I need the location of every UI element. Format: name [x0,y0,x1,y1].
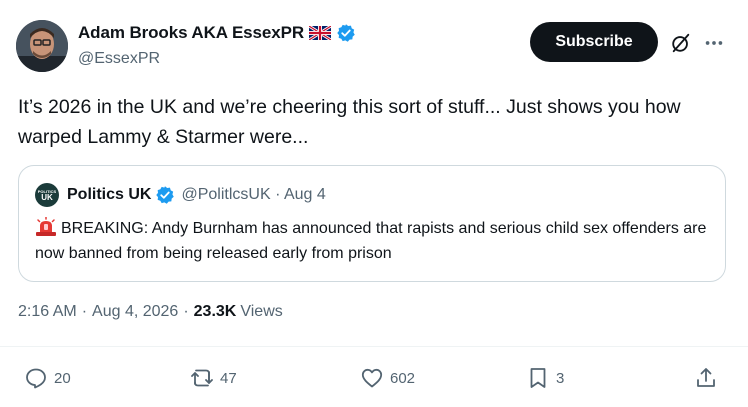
uk-flag-icon [308,24,332,42]
repost-count: 47 [220,369,237,387]
share-icon [697,368,715,387]
bookmark-icon [530,368,546,388]
quoted-author-avatar[interactable]: POLITICS UK [35,183,59,207]
bookmark-button[interactable]: 3 [526,364,564,392]
reply-button[interactable]: 20 [24,364,71,392]
tweet-date[interactable]: Aug 4, 2026 [92,303,178,321]
like-button[interactable]: 602 [360,364,415,392]
siren-icon [35,216,57,237]
reply-icon [26,368,46,389]
heart-icon [361,368,383,388]
like-count: 602 [390,369,416,387]
bookmark-count: 3 [556,369,565,387]
share-button[interactable] [694,364,718,392]
quoted-tweet-text-block: BREAKING: Andy Burnham has announced tha… [35,216,715,266]
divider [0,346,748,347]
repost-button[interactable]: 47 [190,364,237,392]
quoted-avatar-logo-line2: UK [41,192,53,202]
more-options-icon[interactable] [703,32,725,54]
tweet-time[interactable]: 2:16 AM [18,303,77,321]
views-count[interactable]: 23.3K [194,303,237,321]
grok-icon[interactable] [670,32,692,54]
quoted-tweet-text: BREAKING: Andy Burnham has announced tha… [35,220,707,262]
quoted-tweet-card[interactable]: POLITICS UK Politics UK @PolitlcsUK · Au… [18,165,726,282]
reply-count: 20 [54,369,71,387]
author-name[interactable]: Adam Brooks AKA EssexPR [78,23,304,43]
author-block: Adam Brooks AKA EssexPR @EssexPR [78,22,356,68]
verified-badge-icon[interactable] [336,23,356,43]
meta-separator: · [81,303,88,320]
tweet-text: It’s 2026 in the UK and we’re cheering t… [18,96,681,148]
views-label: Views [240,303,283,320]
action-bar: 20 47 602 3 [0,364,748,392]
author-handle[interactable]: @EssexPR [78,50,356,68]
quoted-verified-badge-icon [155,185,175,205]
tweet-meta: 2:16 AM · Aug 4, 2026 · 23.3K Views [18,303,283,321]
author-avatar[interactable] [16,20,68,72]
quoted-author-name[interactable]: Politics UK [67,186,151,204]
quoted-author-handle-date[interactable]: @PolitlcsUK · Aug 4 [181,186,325,204]
subscribe-button[interactable]: Subscribe [530,22,658,62]
avatar-photo [16,20,68,72]
repost-icon [191,369,213,387]
meta-separator: · [183,303,189,320]
